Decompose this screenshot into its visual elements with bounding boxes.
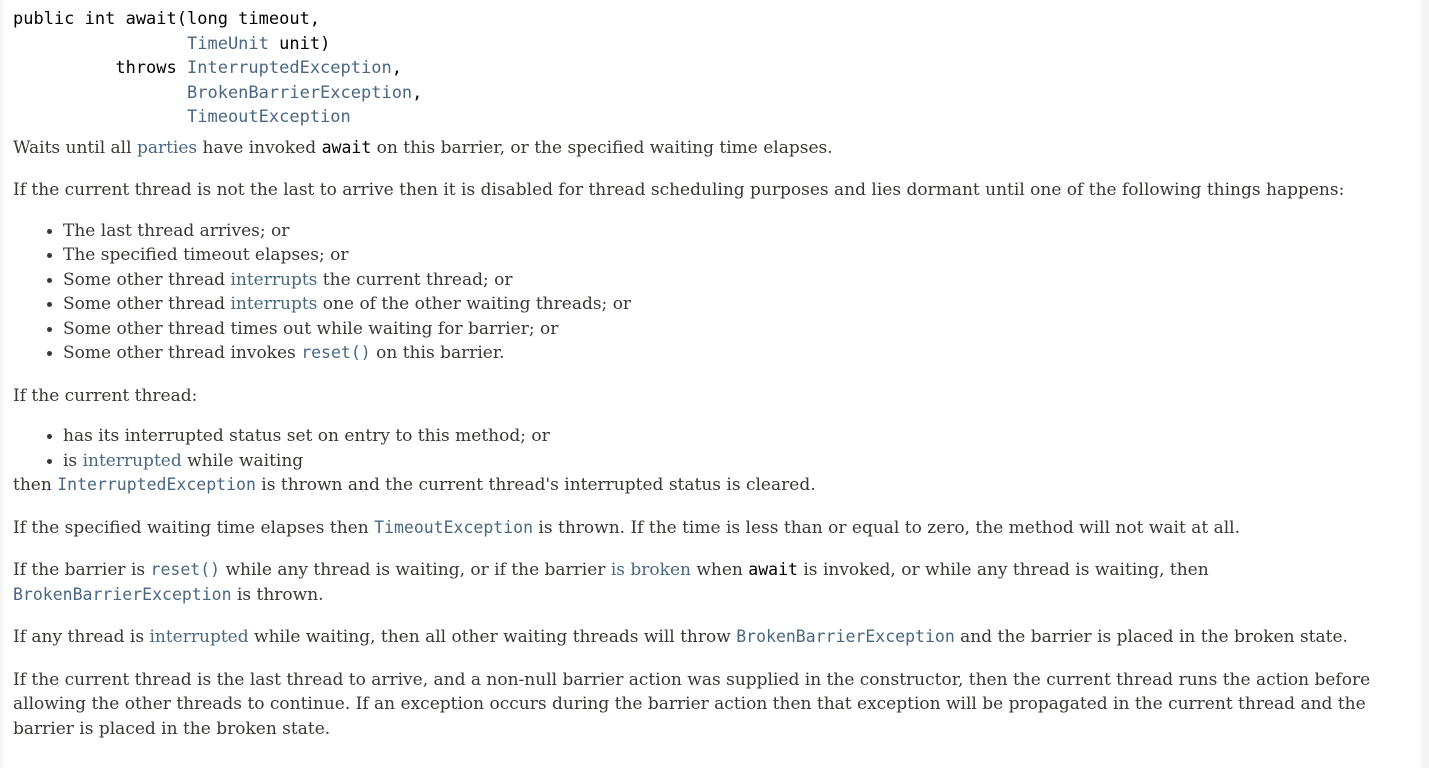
link-interrupted[interactable]: interrupted [83,451,182,471]
wake-conditions-list: The last thread arrives; or The specifie… [13,219,1413,366]
link-interrupts[interactable]: interrupts [230,270,317,290]
link-interrupted[interactable]: interrupted [149,627,248,647]
link-brokenbarrierexception[interactable]: BrokenBarrierException [13,585,232,605]
text: is thrown. If the time is less than or e… [533,517,1240,538]
link-reset[interactable]: reset() [151,560,221,580]
text: Waits until all [13,137,137,158]
paragraph-if-current-thread: If the current thread: [13,385,198,406]
link-interruptedexception[interactable]: InterruptedException [187,58,392,78]
interrupt-conditions-list: has its interrupted status set on entry … [13,424,1413,473]
paragraph-timeout: If the specified waiting time elapses th… [13,516,1413,541]
text: If any thread is [13,627,150,647]
list-item: The specified timeout elapses; or [63,243,1413,268]
signature-indent [13,107,187,127]
text: while any thread is waiting, or if the b… [220,560,611,580]
list-item: Some other thread invokes reset() on thi… [63,341,1413,366]
link-reset[interactable]: reset() [301,343,371,363]
paragraph-broken-barrier: If the barrier is reset() while any thre… [13,558,1413,607]
signature-indent [13,34,187,54]
text: Some other thread [63,294,231,314]
link-timeunit[interactable]: TimeUnit [187,34,269,54]
text: If the specified waiting time elapses th… [13,517,375,538]
signature-text: , [391,58,402,78]
signature-indent [13,83,187,103]
code-reset: reset() [301,343,371,362]
text: is [63,450,83,471]
link-interrupts[interactable]: interrupts [230,294,317,314]
text: and the barrier is placed in the broken … [954,627,1348,647]
method-detail: public int await(long timeout, TimeUnit … [13,7,1413,759]
link-parties[interactable]: parties [137,138,197,158]
code-brokenbarrierexception: BrokenBarrierException [736,627,955,646]
text: one of the other waiting threads; or [317,294,632,314]
paragraph-barrier-action: If the current thread is the last thread… [13,668,1413,742]
text: when [690,560,749,580]
link-interruptedexception[interactable]: InterruptedException [57,475,256,495]
list-item: is interrupted while waiting [63,449,1413,474]
paragraph-interrupted-while-waiting: If any thread is interrupted while waiti… [13,625,1413,650]
text: is thrown and the current thread's inter… [255,475,816,495]
text: on this barrier, or the specified waitin… [371,137,833,158]
text: is invoked, or while any thread is waiti… [797,560,1209,580]
text: is thrown. [231,584,324,605]
method-signature: public int await(long timeout, TimeUnit … [13,7,1413,130]
code-timeoutexception: TimeoutException [374,517,534,537]
text: while waiting [181,450,304,471]
link-timeoutexception[interactable]: TimeoutException [374,518,533,538]
code-await: await [748,560,798,579]
text: If the barrier is [13,560,151,580]
paragraph-interrupted-exception: then InterruptedException is thrown and … [13,473,1413,498]
text: then [13,475,58,495]
description-paragraph: Waits until all parties have invoked awa… [13,136,1413,161]
list-item: Some other thread times out while waitin… [63,317,1413,342]
text: barrier is placed in the broken state. [13,718,331,739]
text: Some other thread invokes [63,343,302,363]
text: on this barrier. [370,343,505,363]
scrollbar-track[interactable] [1421,0,1429,768]
signature-line-1: public int await(long timeout, [13,9,321,29]
link-brokenbarrierexception[interactable]: BrokenBarrierException [187,83,412,103]
code-interruptedexception: InterruptedException [57,475,256,494]
text: If the current thread is the last thread… [13,669,1371,690]
code-reset: reset() [150,560,221,579]
text: Some other thread [63,269,231,290]
list-item: Some other thread interrupts the current… [63,268,1413,293]
text: while waiting, then all other waiting th… [248,627,737,647]
signature-text: unit) [268,33,331,54]
text: allowing the other threads to continue. … [13,694,1366,714]
link-timeoutexception[interactable]: TimeoutException [187,107,351,127]
paragraph-dormant: If the current thread is not the last to… [13,180,1345,200]
code-await: await [321,137,372,157]
list-item: has its interrupted status set on entry … [63,424,1413,449]
link-is-broken[interactable]: is broken [611,560,691,580]
signature-throws: throws [13,58,187,78]
signature-text: , [412,82,423,103]
list-item: Some other thread interrupts one of the … [63,292,1413,317]
list-item: The last thread arrives; or [63,219,1413,244]
text: the current thread; or [317,269,513,290]
code-brokenbarrierexception: BrokenBarrierException [13,584,232,604]
link-brokenbarrierexception[interactable]: BrokenBarrierException [736,627,955,647]
text: have invoked [197,137,322,158]
